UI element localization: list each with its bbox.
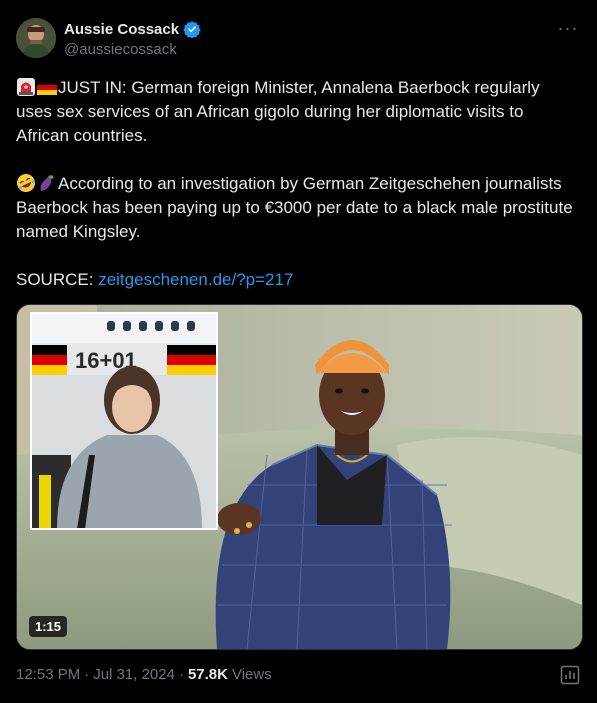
tweet-meta: 12:53 PM · Jul 31, 2024 · 57.8K Views — [16, 666, 272, 683]
source-label: SOURCE: — [16, 270, 94, 289]
verified-badge-icon — [183, 20, 201, 39]
meta-separator-2: · — [178, 666, 184, 683]
views-count: 57.8K — [187, 666, 228, 683]
display-name-row: Aussie Cossack — [64, 20, 201, 39]
siren-emoji — [16, 77, 36, 97]
user-block: Aussie Cossack @aussiecossack — [64, 20, 201, 58]
tweet-paragraph-2: According to an investigation by German … — [16, 172, 576, 244]
tweet-paragraph-2-text: According to an investigation by German … — [16, 174, 573, 241]
more-options-button[interactable]: ··· — [555, 19, 581, 40]
views-label: Views — [231, 666, 272, 683]
tweet-source: SOURCE: zeitgeschenen.de/?p=217 — [16, 268, 576, 292]
eggplant-emoji — [37, 173, 57, 193]
tweet-paragraph-1: JUST IN: German foreign Minister, Annale… — [16, 76, 576, 148]
germany-flag-emoji — [37, 77, 57, 97]
video-thumbnail: 16+01 — [17, 305, 582, 649]
tweet-time[interactable]: 12:53 PM — [16, 666, 80, 683]
avatar[interactable] — [16, 18, 56, 58]
video-duration-badge: 1:15 — [29, 616, 68, 637]
previous-post-cutoff — [72, 0, 132, 4]
rofl-emoji — [16, 173, 36, 193]
tweet-paragraph-1-text: JUST IN: German foreign Minister, Annale… — [16, 78, 540, 145]
source-link[interactable]: zeitgeschenen.de/?p=217 — [98, 270, 293, 289]
analytics-icon[interactable] — [559, 664, 581, 686]
meta-separator: · — [84, 666, 90, 683]
video-player[interactable]: 16+01 1:15 — [16, 304, 583, 650]
tweet-date[interactable]: Jul 31, 2024 — [93, 666, 175, 683]
display-name[interactable]: Aussie Cossack — [64, 21, 179, 38]
handle[interactable]: @aussiecossack — [64, 41, 201, 58]
tweet-text: JUST IN: German foreign Minister, Annale… — [16, 76, 576, 292]
tweet-header: Aussie Cossack @aussiecossack ··· — [16, 18, 581, 62]
